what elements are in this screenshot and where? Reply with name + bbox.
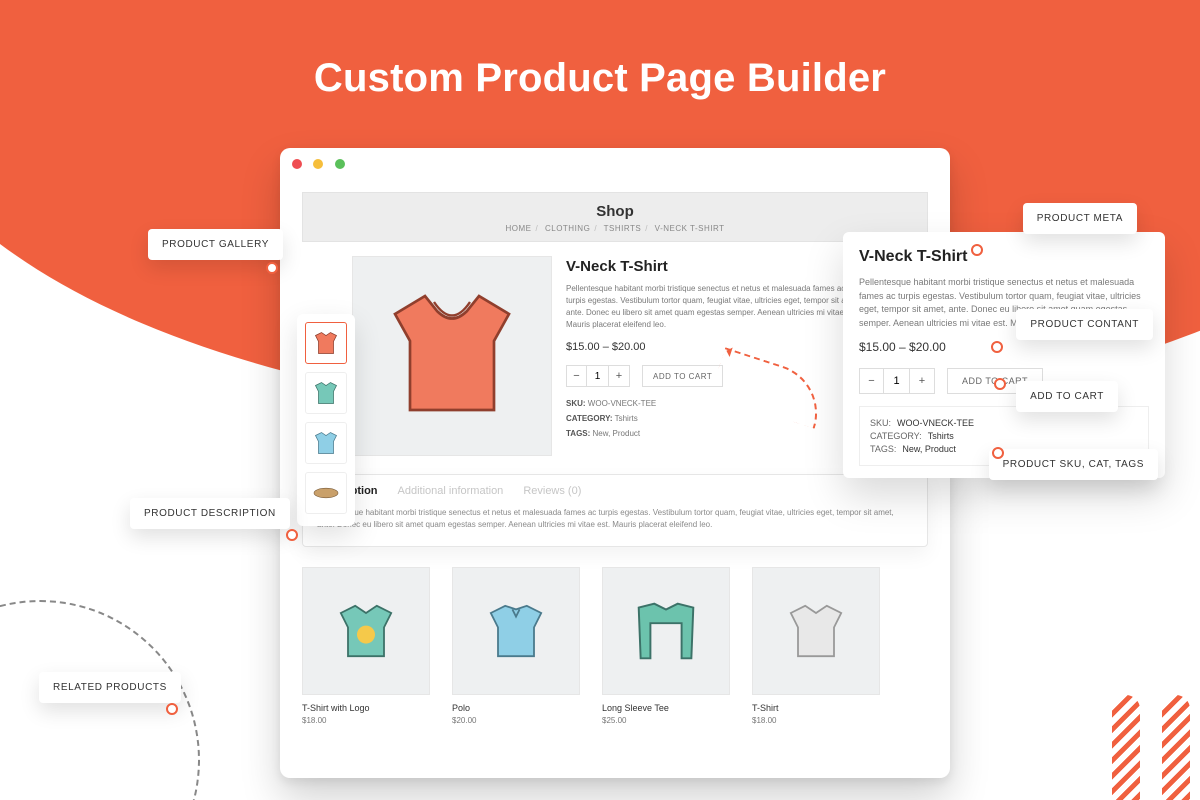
tshirt-icon: [627, 592, 705, 670]
product-short-description: Pellentesque habitant morbi tristique se…: [566, 283, 866, 331]
qty-decrease-button[interactable]: −: [860, 369, 884, 393]
tab-reviews[interactable]: Reviews (0): [523, 485, 581, 497]
crumb-clothing[interactable]: CLOTHING: [545, 224, 590, 233]
crumb-current: V-NECK T-SHIRT: [655, 224, 725, 233]
tab-body: Pellentesque habitant morbi tristique se…: [303, 503, 927, 546]
tab-additional-info[interactable]: Additional information: [398, 485, 504, 497]
breadcrumb[interactable]: HOME/ CLOTHING/ TSHIRTS/ V-NECK T-SHIRT: [303, 224, 927, 233]
tshirt-icon: [377, 281, 527, 431]
thumb-2[interactable]: [305, 372, 347, 414]
callout-related-products: RELATED PRODUCTS: [39, 672, 181, 703]
callout-add-to-cart: ADD TO CART: [1016, 381, 1118, 412]
deco-stripes-right-icon: [1090, 695, 1200, 800]
shop-header: Shop HOME/ CLOTHING/ TSHIRTS/ V-NECK T-S…: [302, 192, 928, 242]
shop-title: Shop: [303, 203, 927, 220]
callout-product-gallery: PRODUCT GALLERY: [148, 229, 283, 260]
qty-decrease-button[interactable]: −: [567, 366, 587, 386]
tshirt-icon: [780, 595, 852, 667]
related-name: T-Shirt: [752, 703, 880, 713]
callout-product-contant: PRODUCT CONTANT: [1016, 309, 1153, 340]
product-tabs: Description Additional information Revie…: [302, 474, 928, 547]
related-card[interactable]: T-Shirt with Logo $18.00: [302, 567, 430, 725]
preview-card: V-Neck T-Shirt Pellentesque habitant mor…: [843, 232, 1165, 478]
qty-increase-button[interactable]: +: [910, 369, 934, 393]
related-price: $18.00: [302, 716, 430, 725]
thumb-3[interactable]: [305, 422, 347, 464]
node-icon: [286, 529, 298, 541]
tshirt-icon: [330, 595, 402, 667]
stage: Custom Product Page Builder Shop HOME/ C…: [0, 0, 1200, 800]
node-icon: [166, 703, 178, 715]
qty-increase-button[interactable]: +: [609, 366, 629, 386]
preview-title: V-Neck T-Shirt: [859, 248, 1149, 266]
minimize-icon[interactable]: [313, 159, 323, 169]
related-card[interactable]: T-Shirt $18.00: [752, 567, 880, 725]
add-to-cart-button[interactable]: ADD TO CART: [642, 365, 723, 387]
qty-value: 1: [884, 369, 910, 393]
preview-quantity-stepper[interactable]: − 1 +: [859, 368, 935, 394]
hero-title: Custom Product Page Builder: [0, 56, 1200, 101]
product-main-image[interactable]: [352, 256, 552, 456]
thumb-4[interactable]: [305, 472, 347, 514]
close-icon[interactable]: [292, 159, 302, 169]
gallery-thumbnails: [297, 314, 355, 526]
related-products: T-Shirt with Logo $18.00 Polo $20.00 Lon…: [302, 567, 928, 725]
related-name: Long Sleeve Tee: [602, 703, 730, 713]
maximize-icon[interactable]: [335, 159, 345, 169]
node-icon: [971, 244, 983, 256]
related-card[interactable]: Long Sleeve Tee $25.00: [602, 567, 730, 725]
node-icon: [992, 447, 1004, 459]
preview-price: $15.00 – $20.00: [859, 340, 1149, 354]
node-icon: [991, 341, 1003, 353]
thumb-1[interactable]: [305, 322, 347, 364]
product-row: V-Neck T-Shirt Pellentesque habitant mor…: [302, 256, 928, 456]
node-icon: [994, 378, 1006, 390]
related-price: $18.00: [752, 716, 880, 725]
browser-chrome: [280, 148, 950, 174]
related-name: T-Shirt with Logo: [302, 703, 430, 713]
tshirt-icon: [480, 595, 552, 667]
crumb-tshirts[interactable]: TSHIRTS: [604, 224, 642, 233]
related-card[interactable]: Polo $20.00: [452, 567, 580, 725]
callout-product-description: PRODUCT DESCRIPTION: [130, 498, 290, 529]
node-icon: [266, 262, 278, 274]
related-price: $20.00: [452, 716, 580, 725]
qty-value: 1: [587, 366, 609, 386]
related-price: $25.00: [602, 716, 730, 725]
callout-product-meta: PRODUCT META: [1023, 203, 1137, 234]
crumb-home[interactable]: HOME: [506, 224, 532, 233]
callout-product-sku: PRODUCT SKU, CAT, TAGS: [989, 449, 1158, 480]
quantity-stepper[interactable]: − 1 +: [566, 365, 630, 387]
related-name: Polo: [452, 703, 580, 713]
